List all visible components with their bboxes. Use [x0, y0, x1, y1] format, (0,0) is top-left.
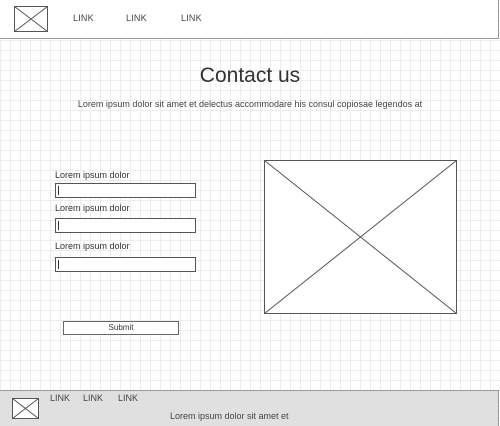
- footer: LINK LINK LINK Lorem ipsum dolor sit ame…: [0, 390, 499, 426]
- text-cursor: [58, 260, 59, 269]
- header: LINK LINK LINK: [0, 0, 499, 39]
- field-label-1: Lorem ipsum dolor: [55, 170, 130, 180]
- footer-text: Lorem ipsum dolor sit amet et: [170, 411, 289, 421]
- footer-link-2[interactable]: LINK: [83, 393, 103, 403]
- nav-link-2[interactable]: LINK: [126, 13, 147, 23]
- text-input-2[interactable]: [55, 218, 196, 233]
- text-cursor: [58, 221, 59, 230]
- submit-button[interactable]: Submit: [63, 321, 179, 335]
- page-subtitle: Lorem ipsum dolor sit amet et delectus a…: [77, 99, 423, 109]
- nav-link-3[interactable]: LINK: [181, 13, 202, 23]
- footer-link-1[interactable]: LINK: [50, 393, 70, 403]
- logo-image-placeholder-icon[interactable]: [14, 6, 48, 32]
- field-label-3: Lorem ipsum dolor: [55, 241, 130, 251]
- field-label-2: Lorem ipsum dolor: [55, 203, 130, 213]
- text-cursor: [58, 186, 59, 195]
- image-placeholder-icon: [264, 160, 457, 319]
- footer-link-3[interactable]: LINK: [118, 393, 138, 403]
- page-title: Contact us: [199, 64, 301, 87]
- text-input-1[interactable]: [55, 183, 196, 198]
- text-input-3[interactable]: [55, 257, 196, 272]
- footer-logo-image-placeholder-icon[interactable]: [12, 398, 39, 419]
- nav-link-1[interactable]: LINK: [73, 13, 94, 23]
